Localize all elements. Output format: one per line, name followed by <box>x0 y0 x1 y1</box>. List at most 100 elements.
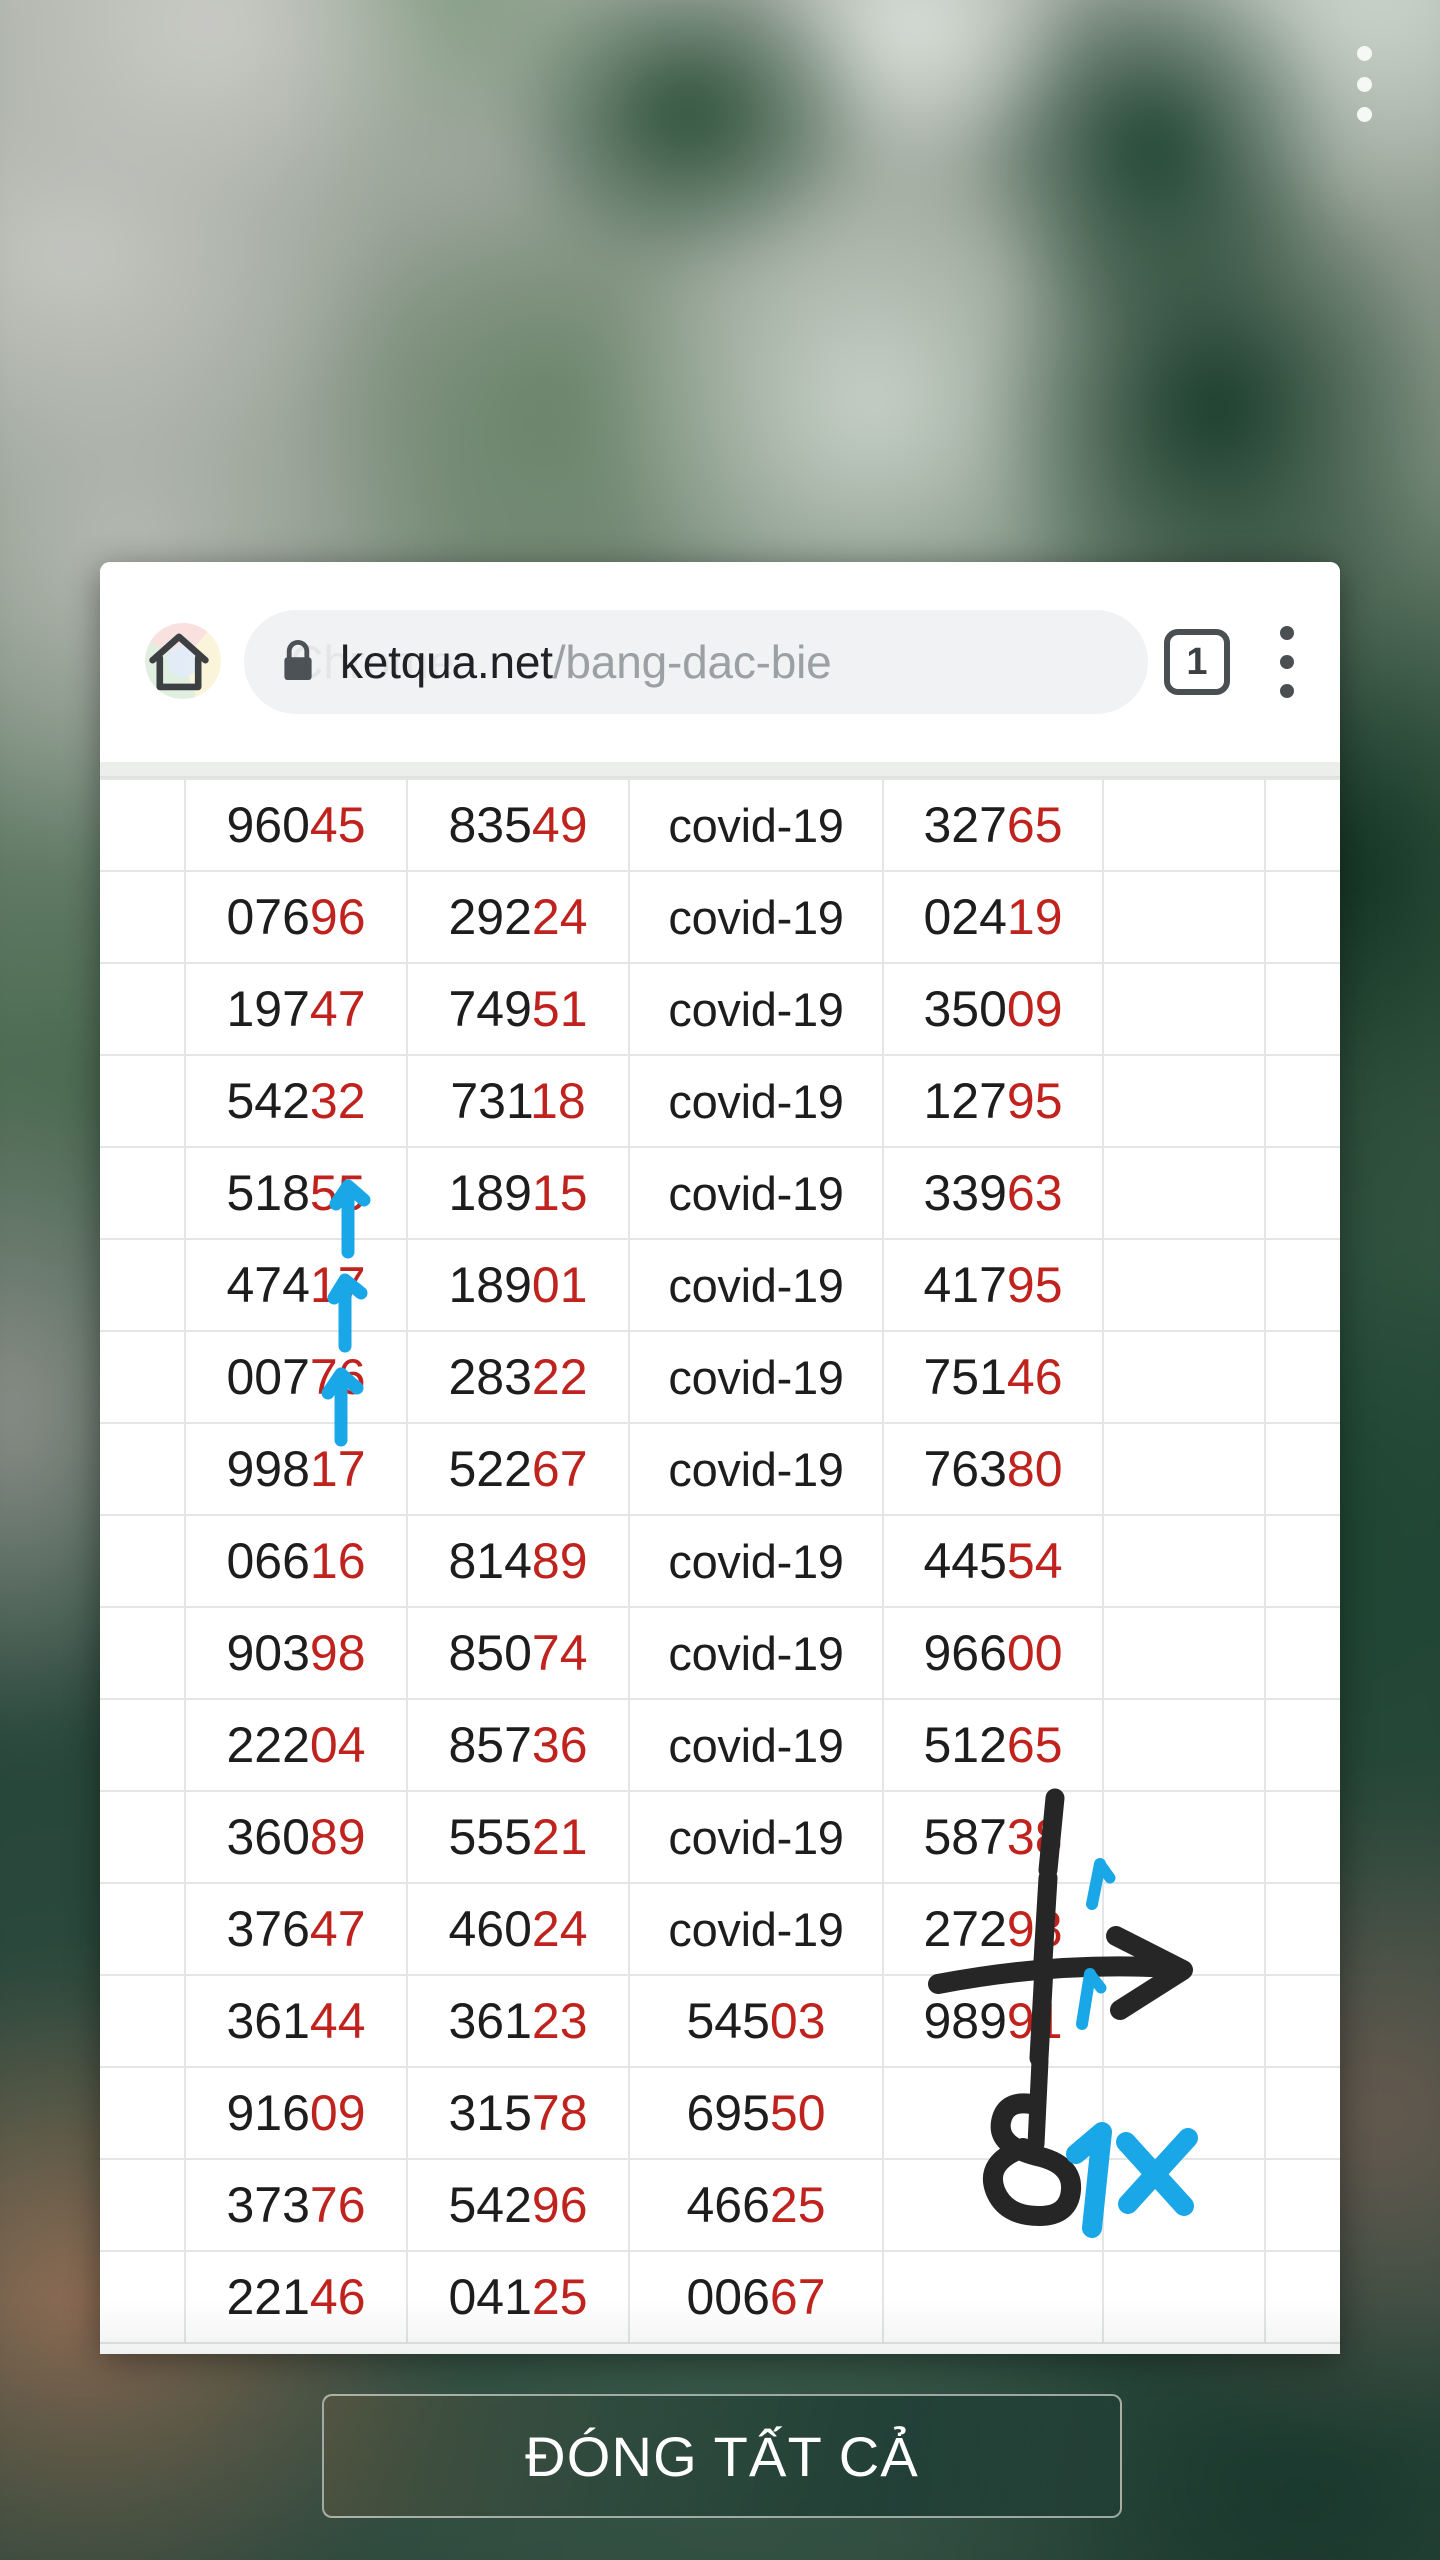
table-cell: covid-19 <box>628 1238 884 1332</box>
browser-toolbar: Chrome ketqua.net/bang-dac-bie 1 <box>100 562 1340 762</box>
table-cell: 3 <box>100 870 186 964</box>
table-row: 93764746024covid-1927298 <box>100 1882 1340 1976</box>
table-cell: 33963 <box>882 1146 1104 1240</box>
table-cell: 51855 <box>184 1146 408 1240</box>
table-cell: 74951 <box>406 962 630 1056</box>
table-cell: 18901 <box>406 1238 630 1332</box>
table-cell <box>1102 1330 1266 1424</box>
home-button[interactable] <box>120 603 238 721</box>
table-cell: 96045 <box>184 778 408 872</box>
table-cell: 4 <box>100 1146 186 1240</box>
table-cell: 98991 <box>882 1974 1104 2068</box>
table-row: 50661681489covid-1944554 <box>100 1514 1340 1608</box>
close-all-tabs-label: ĐÓNG TẤT CẢ <box>525 2424 919 2488</box>
table-cell <box>100 1606 186 1700</box>
table-cell: 5 <box>100 1514 186 1608</box>
table-cell: 47417 <box>184 1238 408 1332</box>
lock-icon <box>284 640 312 680</box>
table-cell <box>1264 2066 1340 2160</box>
table-cell: 36089 <box>184 1790 408 1884</box>
table-cell: 28322 <box>406 1330 630 1424</box>
table-cell <box>882 2066 1104 2160</box>
table-cell: 54296 <box>406 2158 630 2252</box>
table-top-strip <box>100 762 1340 778</box>
browser-menu-button[interactable] <box>1270 620 1304 704</box>
omnibox-url-text: ketqua.net/bang-dac-bie <box>340 635 832 689</box>
table-cell <box>1102 1238 1266 1332</box>
table-cell: 5 <box>100 778 186 872</box>
table-cell <box>1102 2158 1266 2252</box>
table-cell: 22204 <box>184 1698 408 1792</box>
table-cell: 07696 <box>184 870 408 964</box>
table-cell: covid-19 <box>628 1146 884 1240</box>
table-cell <box>1264 778 1340 872</box>
table-cell <box>1264 962 1340 1056</box>
table-cell: 02419 <box>882 870 1104 964</box>
table-cell: 75146 <box>882 1330 1104 1424</box>
table-cell <box>1102 1422 1266 1516</box>
table-row: 99817 52267 covid-19 76380 <box>100 1422 1340 1516</box>
webpage-viewport[interactable]: 59604583549covid-193276530769629224covid… <box>100 762 1340 2354</box>
omnibox-url-host: ketqua.net <box>340 636 553 688</box>
table-cell: covid-19 <box>628 1698 884 1792</box>
table-cell: 54232 <box>184 1054 408 1148</box>
table-cell: 58738 <box>882 1790 1104 1884</box>
table-cell: 55521 <box>406 1790 630 1884</box>
table-cell <box>1102 1882 1266 1976</box>
results-table-wrapper: 59604583549covid-193276530769629224covid… <box>100 762 1340 2344</box>
table-row: 30769629224covid-1902419 <box>100 870 1340 964</box>
table-cell <box>1102 2066 1266 2160</box>
tab-switcher-button[interactable]: 1 <box>1164 629 1230 695</box>
table-cell: 0 <box>100 962 186 1056</box>
table-cell <box>1264 1698 1340 1792</box>
table-body: 59604583549covid-193276530769629224covid… <box>100 778 1340 2344</box>
table-cell: 96600 <box>882 1606 1104 1700</box>
table-cell: 12795 <box>882 1054 1104 1148</box>
table-cell: 81489 <box>406 1514 630 1608</box>
three-dots-vertical-icon <box>1280 684 1294 698</box>
table-cell <box>1102 1698 1266 1792</box>
three-dots-vertical-icon <box>1356 76 1372 92</box>
table-cell: 44554 <box>882 1514 1104 1608</box>
table-cell: 52267 <box>406 1422 630 1516</box>
table-row: 73608955521covid-1958738 <box>100 1790 1340 1884</box>
table-cell <box>1102 1514 1266 1608</box>
table-cell <box>1264 1238 1340 1332</box>
table-row: 01974774951covid-1935009 <box>100 962 1340 1056</box>
three-dots-vertical-icon <box>1280 655 1294 669</box>
table-cell <box>1264 1514 1340 1608</box>
table-cell: 46024 <box>406 1882 630 1976</box>
table-cell: 37376 <box>184 2158 408 2252</box>
table-cell <box>1264 870 1340 964</box>
table-cell: 4 <box>100 1054 186 1148</box>
table-row: 90398 85074 covid-19 96600 <box>100 1606 1340 1700</box>
table-row: 91609 31578 69550 <box>100 2066 1340 2160</box>
tab-count-label: 1 <box>1186 640 1208 683</box>
table-cell: covid-19 <box>628 1606 884 1700</box>
close-all-tabs-button[interactable]: ĐÓNG TẤT CẢ <box>322 2394 1122 2518</box>
table-cell: 46625 <box>628 2158 884 2252</box>
table-cell: 31578 <box>406 2066 630 2160</box>
browser-tab-card[interactable]: Chrome ketqua.net/bang-dac-bie 1 96045 8… <box>100 562 1340 2354</box>
table-cell <box>1102 962 1266 1056</box>
table-cell: 2 <box>100 1330 186 1424</box>
table-cell: covid-19 <box>628 1882 884 1976</box>
table-cell <box>1264 1330 1340 1424</box>
table-cell <box>1264 1882 1340 1976</box>
table-cell <box>1264 1790 1340 1884</box>
table-cell: 7 <box>100 1790 186 1884</box>
table-row: 45423273118covid-1912795 <box>100 1054 1340 1148</box>
table-cell: covid-19 <box>628 962 884 1056</box>
table-row: 04741718901covid-1941795 <box>100 1238 1340 1332</box>
table-cell: 0 <box>100 1238 186 1332</box>
table-cell: 19747 <box>184 962 408 1056</box>
table-cell <box>1102 1790 1266 1884</box>
omnibox[interactable]: Chrome ketqua.net/bang-dac-bie <box>244 610 1148 714</box>
system-overflow-menu-button[interactable] <box>1344 40 1384 128</box>
table-cell: 73118 <box>406 1054 630 1148</box>
table-cell: 35009 <box>882 962 1104 1056</box>
table-cell <box>1102 1606 1266 1700</box>
three-dots-vertical-icon <box>1280 626 1294 640</box>
table-cell: 41795 <box>882 1238 1104 1332</box>
table-cell <box>1264 1422 1340 1516</box>
